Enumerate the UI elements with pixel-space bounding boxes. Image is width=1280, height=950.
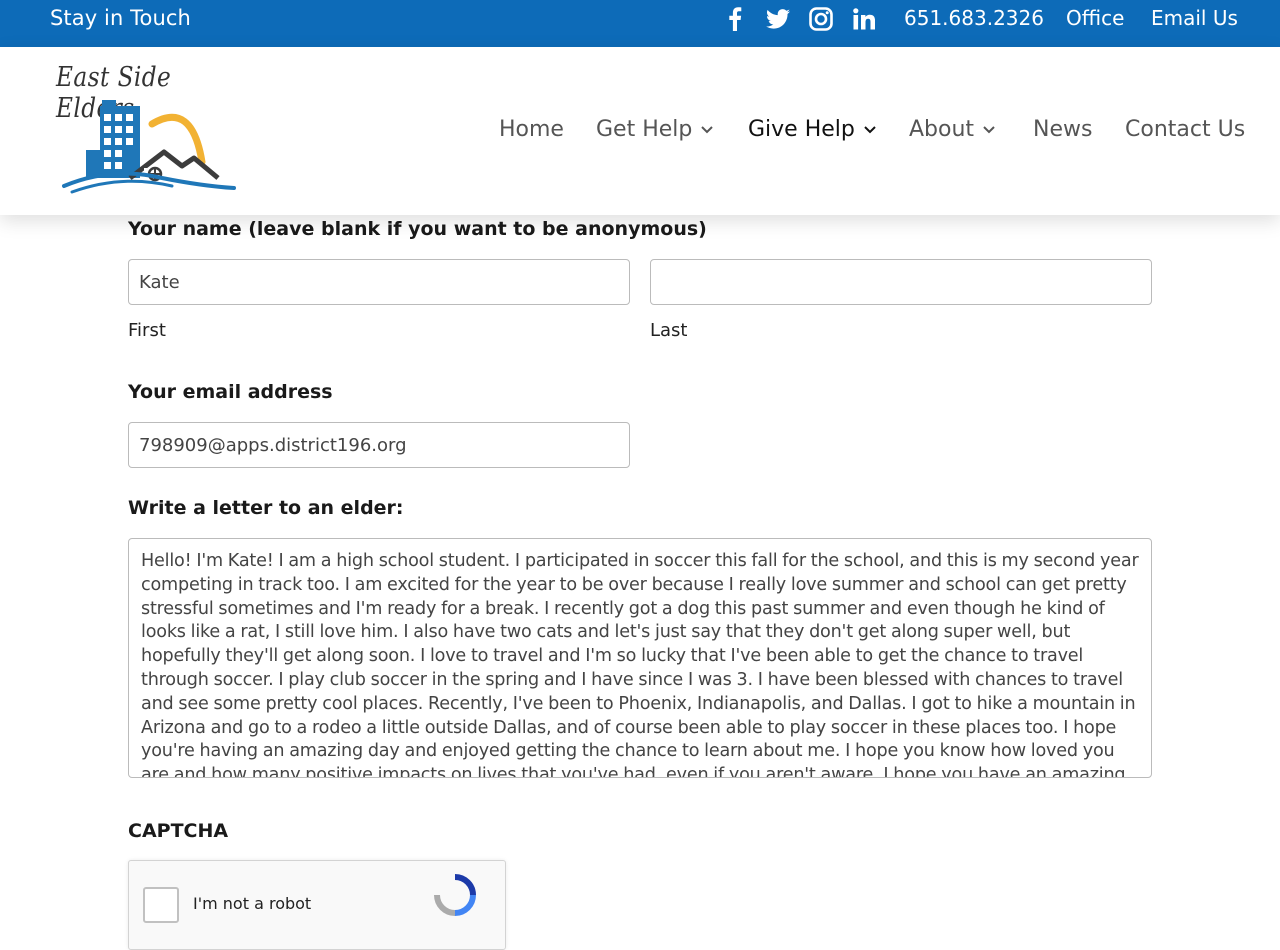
captcha-label: CAPTCHA [128,820,229,842]
chevron-down-icon [701,125,714,134]
site-header: East Side Elders Home Get Help Give Help… [0,47,1280,215]
nav-item-give-help[interactable]: Give Help [748,117,876,142]
first-name-field[interactable]: Kate [128,259,630,305]
recaptcha-text: I'm not a robot [193,894,312,913]
phone-link[interactable]: 651.683.2326 [904,6,1044,30]
recaptcha-checkbox[interactable] [143,887,179,923]
email-field[interactable]: 798909@apps.district196.org [128,422,630,468]
first-name-sublabel: First [128,320,166,341]
email-label: Your email address [128,381,333,403]
nav-item-label: Contact Us [1125,117,1246,142]
recaptcha-widget: I'm not a robot [128,860,506,950]
name-label: Your name (leave blank if you want to be… [128,218,707,240]
letter-textarea[interactable]: Hello! I'm Kate! I am a high school stud… [128,538,1152,778]
nav-item-label: Home [499,117,564,142]
nav-item-get-help[interactable]: Get Help [596,117,714,142]
main-nav: Home Get Help Give Help About News Conta… [0,117,1280,147]
nav-item-label: News [1033,117,1093,142]
social-links [720,2,892,36]
last-name-field[interactable] [650,259,1152,305]
nav-item-contact-us[interactable]: Contact Us [1125,117,1245,142]
email-us-link[interactable]: Email Us [1151,6,1238,30]
last-name-sublabel: Last [650,320,688,341]
letter-form: Your name (leave blank if you want to be… [0,215,1280,950]
chevron-down-icon [864,125,876,134]
facebook-icon[interactable] [720,4,750,34]
nav-item-about[interactable]: About [909,117,995,142]
linkedin-icon[interactable] [849,4,879,34]
top-bar: Stay in Touch 651.683.2326 Office Email … [0,0,1280,47]
nav-item-label: About [909,117,975,142]
instagram-icon[interactable] [806,4,836,34]
nav-item-label: Give Help [748,117,855,142]
letter-label: Write a letter to an elder: [128,497,404,519]
nav-item-home[interactable]: Home [499,117,564,142]
office-link[interactable]: Office [1066,6,1124,30]
nav-item-label: Get Help [596,117,693,142]
twitter-icon[interactable] [763,4,793,34]
recaptcha-icon [434,874,476,916]
top-bar-title: Stay in Touch [50,6,191,30]
nav-item-news[interactable]: News [1033,117,1092,142]
chevron-down-icon [983,125,995,134]
